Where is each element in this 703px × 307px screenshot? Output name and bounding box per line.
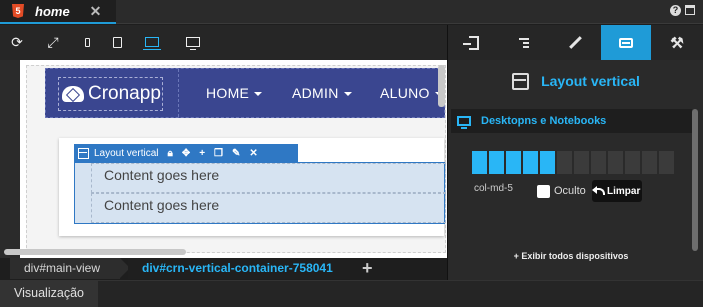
- design-canvas[interactable]: Cronapp HOME ADMIN ALUNO Layout vertical…: [0, 60, 447, 258]
- logo-text: Cronapp: [88, 83, 161, 104]
- move-icon[interactable]: ✥: [182, 148, 190, 159]
- grid-column-cell[interactable]: [506, 151, 521, 174]
- undo-icon: [592, 185, 605, 195]
- nav-divider: [178, 69, 179, 117]
- grid-column-cell[interactable]: [574, 151, 589, 174]
- clear-label: Limpar: [607, 185, 641, 197]
- navbar[interactable]: Cronapp HOME ADMIN ALUNO: [45, 68, 445, 118]
- lock-icon[interactable]: 🔒︎: [167, 148, 172, 159]
- panel-title: Layout vertical: [541, 73, 640, 89]
- magic-wand-icon[interactable]: ✎: [232, 148, 240, 159]
- html5-icon: 5: [12, 4, 24, 18]
- tab-home[interactable]: 5 home ✕: [0, 0, 116, 24]
- close-icon[interactable]: ✕: [90, 3, 102, 20]
- show-all-devices-link[interactable]: + Exibir todos dispositivos: [448, 251, 694, 261]
- content-row[interactable]: Content goes here: [91, 193, 446, 223]
- content-row[interactable]: Content goes here: [91, 163, 446, 193]
- refresh-icon[interactable]: ⟳: [6, 31, 28, 53]
- grid-column-cell[interactable]: [608, 151, 623, 174]
- clear-button[interactable]: Limpar: [592, 180, 642, 202]
- pencil-icon: [568, 36, 582, 49]
- ide-window: 5 home ✕ ? ⟳ ⤢ Cronapp HOME ADMIN ALUNO …: [0, 0, 703, 307]
- help-icon[interactable]: ?: [670, 5, 681, 16]
- canvas-vertical-scrollbar[interactable]: [438, 65, 445, 107]
- layout-vertical-icon: [78, 147, 89, 159]
- hidden-checkbox[interactable]: [537, 185, 550, 198]
- cloud-logo-icon: [62, 86, 84, 102]
- tools-icon: ⚒︎: [670, 34, 684, 52]
- monitor-icon[interactable]: [182, 31, 204, 53]
- panel-scrollbar[interactable]: [692, 109, 698, 251]
- column-grid[interactable]: [472, 151, 674, 174]
- tablet-icon[interactable]: [106, 31, 128, 53]
- tree-icon: [519, 36, 529, 50]
- nav-item-home[interactable]: HOME: [206, 85, 263, 101]
- properties-panel: ⚒︎ Layout vertical Desktopns e Notebooks…: [447, 25, 703, 280]
- grid-column-cell[interactable]: [659, 151, 674, 174]
- grid-column-cell[interactable]: [642, 151, 657, 174]
- window-controls: ?: [670, 5, 695, 16]
- caret-down-icon: [254, 92, 263, 97]
- tab-structure[interactable]: [499, 25, 549, 60]
- grid-column-cell[interactable]: [540, 151, 555, 174]
- section-header-desktop[interactable]: Desktopns e Notebooks: [451, 109, 692, 133]
- grid-column-cell[interactable]: [489, 151, 504, 174]
- tab-events[interactable]: [449, 25, 499, 60]
- device-toolbar: ⟳ ⤢: [0, 25, 447, 60]
- caret-down-icon: [343, 92, 352, 97]
- expand-icon[interactable]: ⤢: [42, 31, 64, 53]
- tab-layout[interactable]: [601, 25, 651, 60]
- panel-header: Layout vertical: [448, 69, 703, 93]
- visualization-tab[interactable]: Visualização: [0, 281, 98, 307]
- component-toolbar: Layout vertical 🔒︎ ✥ + ❐ ✎ ✕: [74, 144, 298, 162]
- breadcrumb-item-main-view[interactable]: div#main-view: [10, 258, 130, 279]
- breadcrumb-item-vertical-container[interactable]: div#crn-vertical-container-758041: [128, 258, 350, 279]
- component-label: Layout vertical: [94, 147, 159, 159]
- add-icon[interactable]: +: [199, 148, 205, 159]
- grid-column-cell[interactable]: [472, 151, 487, 174]
- delete-icon[interactable]: ✕: [249, 148, 257, 159]
- vertical-layout-container[interactable]: Content goes here Content goes here: [74, 162, 446, 224]
- grid-column-cell[interactable]: [557, 151, 572, 174]
- maximize-icon[interactable]: [685, 5, 695, 15]
- status-bar: Visualização: [0, 280, 703, 307]
- breadcrumb: div#main-view div#crn-vertical-container…: [0, 258, 447, 279]
- section-title: Desktopns e Notebooks: [481, 115, 607, 127]
- editor-tab-bar: 5 home ✕ ?: [0, 0, 703, 24]
- hidden-label: Oculto: [554, 185, 586, 197]
- tab-tools[interactable]: ⚒︎: [652, 25, 702, 60]
- column-class-label: col-md-5: [474, 183, 513, 194]
- monitor-icon: [457, 116, 471, 129]
- tab-title: home: [35, 3, 70, 19]
- grid-column-cell[interactable]: [625, 151, 640, 174]
- panel-tabs: ⚒︎: [448, 25, 703, 60]
- grid-column-cell[interactable]: [523, 151, 538, 174]
- logo[interactable]: Cronapp: [58, 77, 163, 111]
- resize-icon: [619, 37, 633, 48]
- nav-item-aluno[interactable]: ALUNO: [380, 85, 443, 101]
- laptop-icon[interactable]: [141, 31, 163, 53]
- layout-vertical-icon: [512, 72, 530, 90]
- phone-icon[interactable]: [76, 31, 98, 53]
- copy-icon[interactable]: ❐: [214, 148, 223, 159]
- login-icon: [463, 35, 479, 50]
- canvas-horizontal-scrollbar[interactable]: [4, 249, 186, 255]
- nav-item-admin[interactable]: ADMIN: [292, 85, 352, 101]
- grid-column-cell[interactable]: [591, 151, 606, 174]
- plus-icon[interactable]: +: [362, 258, 373, 279]
- tab-edit[interactable]: [550, 25, 600, 60]
